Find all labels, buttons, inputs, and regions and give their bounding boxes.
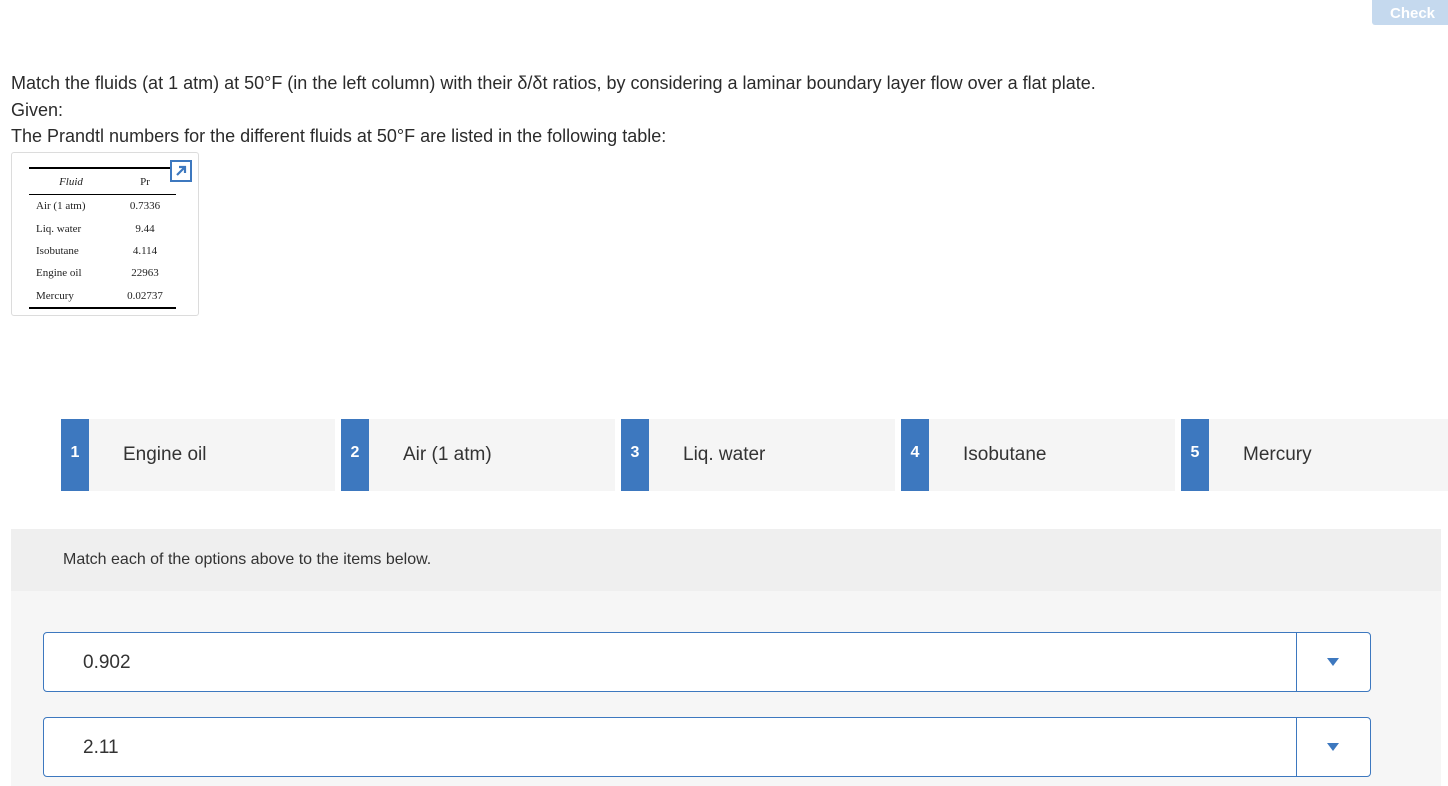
table-cell-pr: 0.7336 [129,200,161,213]
prandtl-table: Fluid Pr Air (1 atm) 0.7336 Liq. water 9… [29,167,176,309]
table-header-pr: Pr [114,168,176,195]
option-number-badge: 2 [341,419,369,491]
option-label: Liq. water [683,444,766,465]
option-number-badge: 4 [901,419,929,491]
table-row: Air (1 atm) 0.7336 [29,195,176,218]
option-label: Air (1 atm) [403,444,492,465]
table-header-fluid: Fluid [29,168,114,195]
table-cell-pr: 0.02737 [127,289,163,302]
table-row: Liq. water 9.44 [29,217,176,239]
chevron-down-icon [1327,743,1339,751]
option-isobutane[interactable]: 4 Isobutane [901,419,1175,491]
answer-dropdown[interactable] [1296,718,1370,776]
option-liq-water[interactable]: 3 Liq. water [621,419,895,491]
table-row: Isobutane 4.114 [29,240,176,262]
match-item-value: 2.11 [83,737,119,758]
table-cell-fluid: Liq. water [36,222,82,235]
table-cell-pr: 9.44 [135,222,155,235]
expand-icon[interactable] [170,160,192,182]
question-text: Match the fluids (at 1 atm) at 50°F (in … [11,73,1096,93]
table-row: Mercury 0.02737 [29,285,176,308]
table-row: Engine oil 22963 [29,262,176,284]
table-intro-text: The Prandtl numbers for the different fl… [11,126,667,146]
option-label: Mercury [1243,444,1312,465]
table-cell-fluid: Isobutane [36,244,79,257]
check-button[interactable]: Check [1372,0,1448,25]
option-mercury[interactable]: 5 Mercury [1181,419,1448,491]
table-cell-pr: 22963 [131,267,159,280]
match-item-row[interactable]: 0.902 [43,632,1371,692]
option-label: Isobutane [963,444,1047,465]
match-header: Match each of the options above to the i… [11,529,1441,591]
option-engine-oil[interactable]: 1 Engine oil [61,419,335,491]
option-label: Engine oil [123,444,207,465]
table-cell-pr: 4.114 [132,244,158,257]
match-item-value: 0.902 [83,652,131,673]
given-label: Given: [11,100,64,120]
answer-dropdown[interactable] [1296,633,1370,691]
table-cell-fluid: Engine oil [36,267,82,280]
option-air[interactable]: 2 Air (1 atm) [341,419,615,491]
option-number-badge: 3 [621,419,649,491]
option-number-badge: 5 [1181,419,1209,491]
table-cell-fluid: Mercury [36,289,74,302]
chevron-down-icon [1327,658,1339,666]
match-instruction: Match each of the options above to the i… [63,551,432,568]
option-number-badge: 1 [61,419,89,491]
table-cell-fluid: Air (1 atm) [36,200,86,213]
match-item-row[interactable]: 2.11 [43,717,1371,777]
prandtl-table-card: Fluid Pr Air (1 atm) 0.7336 Liq. water 9… [11,152,199,316]
